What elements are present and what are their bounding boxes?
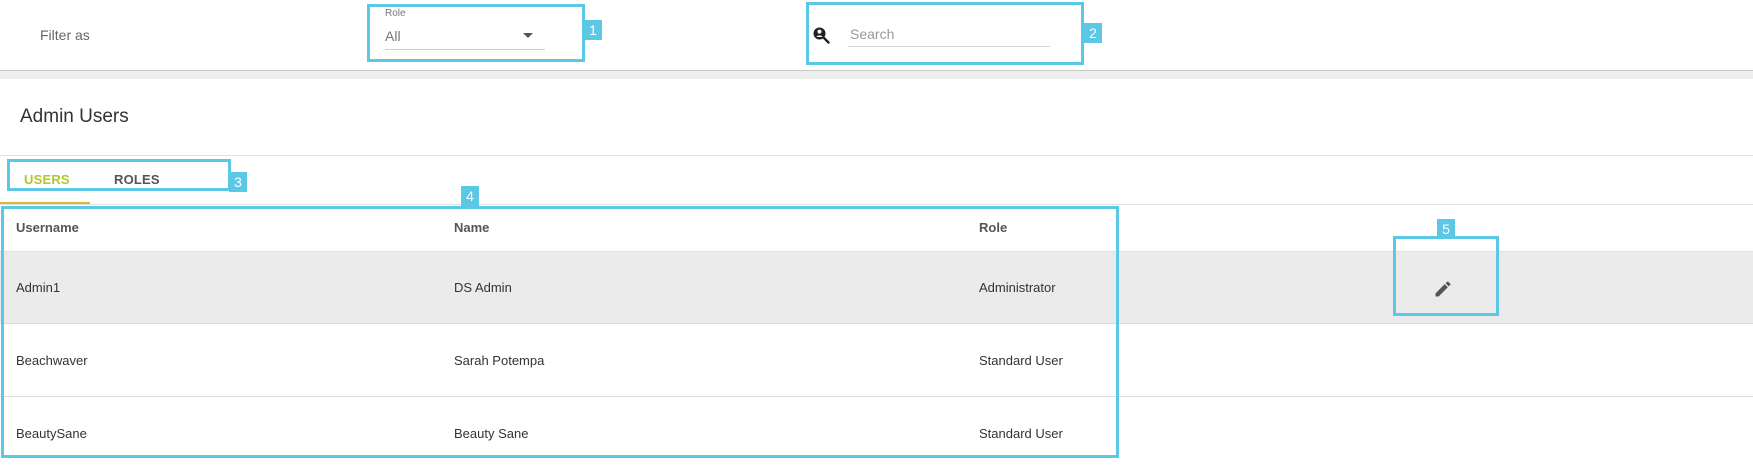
annotation-box-1: [367, 4, 585, 62]
annotation-tag-4: 4: [461, 186, 479, 206]
annotation-box-4: [1, 206, 1119, 458]
annotation-tag-1: 1: [584, 20, 602, 40]
annotation-tag-2: 2: [1084, 23, 1102, 43]
annotation-box-3: [7, 159, 231, 191]
annotation-tag-5: 5: [1437, 219, 1455, 239]
section-separator: [0, 71, 1753, 79]
page-title: Admin Users: [20, 106, 129, 127]
filter-label: Filter as: [40, 27, 90, 43]
annotation-box-5: [1393, 236, 1499, 316]
title-divider: [0, 155, 1753, 156]
annotation-tag-3: 3: [229, 172, 247, 192]
annotation-box-2: [806, 2, 1084, 65]
tabs-divider: [0, 204, 1753, 205]
